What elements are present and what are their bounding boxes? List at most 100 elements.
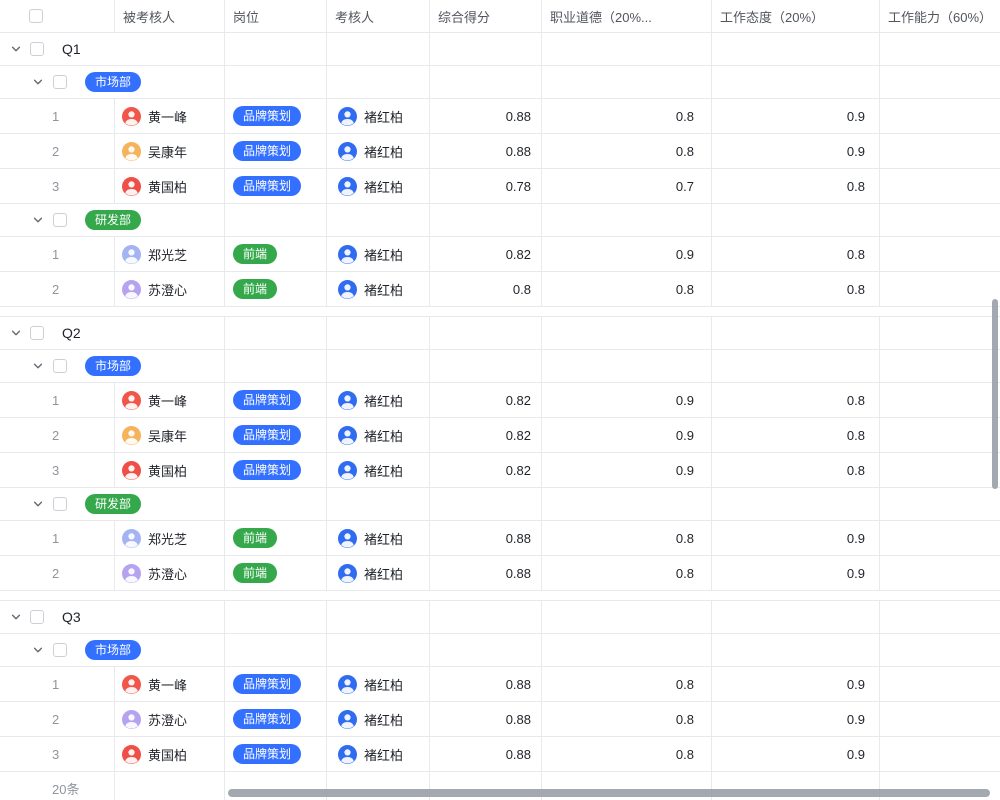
ability-cell[interactable]: [880, 702, 1000, 736]
position-cell[interactable]: 品牌策划: [225, 667, 327, 701]
position-cell[interactable]: 品牌策划: [225, 383, 327, 417]
row-index-cell[interactable]: 1: [0, 99, 115, 133]
person-cell[interactable]: 吴康年: [115, 134, 225, 168]
ability-cell[interactable]: [880, 272, 1000, 306]
score-cell[interactable]: 0.88: [430, 99, 542, 133]
evaluator-cell[interactable]: 褚红柏: [327, 453, 430, 487]
ability-cell[interactable]: [880, 99, 1000, 133]
column-header[interactable]: 被考核人: [115, 0, 225, 32]
row-index-cell[interactable]: 2: [0, 702, 115, 736]
ability-cell[interactable]: [880, 521, 1000, 555]
checkbox[interactable]: [53, 643, 67, 657]
row-index-cell[interactable]: 1: [0, 667, 115, 701]
score-cell[interactable]: 0.88: [430, 667, 542, 701]
evaluator-cell[interactable]: 褚红柏: [327, 702, 430, 736]
attitude-cell[interactable]: 0.9: [712, 556, 880, 590]
position-cell[interactable]: 品牌策划: [225, 99, 327, 133]
attitude-cell[interactable]: 0.9: [712, 667, 880, 701]
attitude-cell[interactable]: 0.8: [712, 237, 880, 271]
chevron-down-icon[interactable]: [32, 498, 44, 510]
person-cell[interactable]: 黄国柏: [115, 737, 225, 771]
score-cell[interactable]: 0.88: [430, 521, 542, 555]
department-header-cell[interactable]: 研发部: [0, 488, 225, 520]
score-cell[interactable]: 0.82: [430, 237, 542, 271]
score-cell[interactable]: 0.88: [430, 702, 542, 736]
attitude-cell[interactable]: 0.8: [712, 418, 880, 452]
checkbox[interactable]: [53, 213, 67, 227]
group-header-cell[interactable]: Q3: [0, 601, 225, 633]
attitude-cell[interactable]: 0.9: [712, 737, 880, 771]
row-index-cell[interactable]: 3: [0, 169, 115, 203]
ethics-cell[interactable]: 0.8: [542, 737, 712, 771]
chevron-down-icon[interactable]: [10, 611, 22, 623]
ethics-cell[interactable]: 0.8: [542, 134, 712, 168]
person-cell[interactable]: 黄一峰: [115, 99, 225, 133]
score-cell[interactable]: 0.8: [430, 272, 542, 306]
row-index-cell[interactable]: 2: [0, 418, 115, 452]
checkbox[interactable]: [53, 75, 67, 89]
row-index-cell[interactable]: 3: [0, 453, 115, 487]
position-cell[interactable]: 品牌策划: [225, 134, 327, 168]
person-cell[interactable]: 黄国柏: [115, 169, 225, 203]
position-cell[interactable]: 品牌策划: [225, 737, 327, 771]
person-cell[interactable]: 黄国柏: [115, 453, 225, 487]
department-header-cell[interactable]: 市场部: [0, 66, 225, 98]
chevron-down-icon[interactable]: [10, 43, 22, 55]
attitude-cell[interactable]: 0.9: [712, 521, 880, 555]
person-cell[interactable]: 郑光芝: [115, 237, 225, 271]
attitude-cell[interactable]: 0.9: [712, 134, 880, 168]
vertical-scrollbar-thumb[interactable]: [992, 299, 998, 489]
evaluator-cell[interactable]: 褚红柏: [327, 521, 430, 555]
checkbox[interactable]: [30, 610, 44, 624]
checkbox[interactable]: [53, 497, 67, 511]
attitude-cell[interactable]: 0.8: [712, 272, 880, 306]
ability-cell[interactable]: [880, 383, 1000, 417]
checkbox[interactable]: [30, 42, 44, 56]
column-header[interactable]: 综合得分: [430, 0, 542, 32]
person-cell[interactable]: 苏澄心: [115, 272, 225, 306]
column-header[interactable]: 工作态度（20%）: [712, 0, 880, 32]
ability-cell[interactable]: [880, 556, 1000, 590]
attitude-cell[interactable]: 0.8: [712, 383, 880, 417]
ethics-cell[interactable]: 0.8: [542, 667, 712, 701]
chevron-down-icon[interactable]: [32, 644, 44, 656]
ethics-cell[interactable]: 0.8: [542, 702, 712, 736]
evaluator-cell[interactable]: 褚红柏: [327, 237, 430, 271]
ethics-cell[interactable]: 0.7: [542, 169, 712, 203]
position-cell[interactable]: 前端: [225, 556, 327, 590]
department-header-cell[interactable]: 研发部: [0, 204, 225, 236]
person-cell[interactable]: 黄一峰: [115, 383, 225, 417]
score-cell[interactable]: 0.88: [430, 556, 542, 590]
ethics-cell[interactable]: 0.9: [542, 418, 712, 452]
evaluator-cell[interactable]: 褚红柏: [327, 383, 430, 417]
ethics-cell[interactable]: 0.9: [542, 237, 712, 271]
select-all-header-cell[interactable]: [0, 0, 115, 32]
row-index-cell[interactable]: 2: [0, 556, 115, 590]
row-index-cell[interactable]: 1: [0, 237, 115, 271]
position-cell[interactable]: 品牌策划: [225, 453, 327, 487]
evaluator-cell[interactable]: 褚红柏: [327, 99, 430, 133]
ethics-cell[interactable]: 0.8: [542, 99, 712, 133]
position-cell[interactable]: 品牌策划: [225, 418, 327, 452]
score-cell[interactable]: 0.88: [430, 737, 542, 771]
checkbox[interactable]: [29, 9, 43, 23]
evaluator-cell[interactable]: 褚红柏: [327, 667, 430, 701]
ethics-cell[interactable]: 0.8: [542, 521, 712, 555]
ethics-cell[interactable]: 0.9: [542, 453, 712, 487]
row-index-cell[interactable]: 1: [0, 383, 115, 417]
department-header-cell[interactable]: 市场部: [0, 634, 225, 666]
person-cell[interactable]: 苏澄心: [115, 556, 225, 590]
score-cell[interactable]: 0.82: [430, 418, 542, 452]
group-header-cell[interactable]: Q2: [0, 317, 225, 349]
ethics-cell[interactable]: 0.8: [542, 272, 712, 306]
chevron-down-icon[interactable]: [32, 76, 44, 88]
group-header-cell[interactable]: Q1: [0, 33, 225, 65]
ability-cell[interactable]: [880, 737, 1000, 771]
attitude-cell[interactable]: 0.8: [712, 453, 880, 487]
checkbox[interactable]: [30, 326, 44, 340]
position-cell[interactable]: 品牌策划: [225, 702, 327, 736]
attitude-cell[interactable]: 0.9: [712, 702, 880, 736]
ability-cell[interactable]: [880, 667, 1000, 701]
row-index-cell[interactable]: 2: [0, 134, 115, 168]
score-cell[interactable]: 0.78: [430, 169, 542, 203]
